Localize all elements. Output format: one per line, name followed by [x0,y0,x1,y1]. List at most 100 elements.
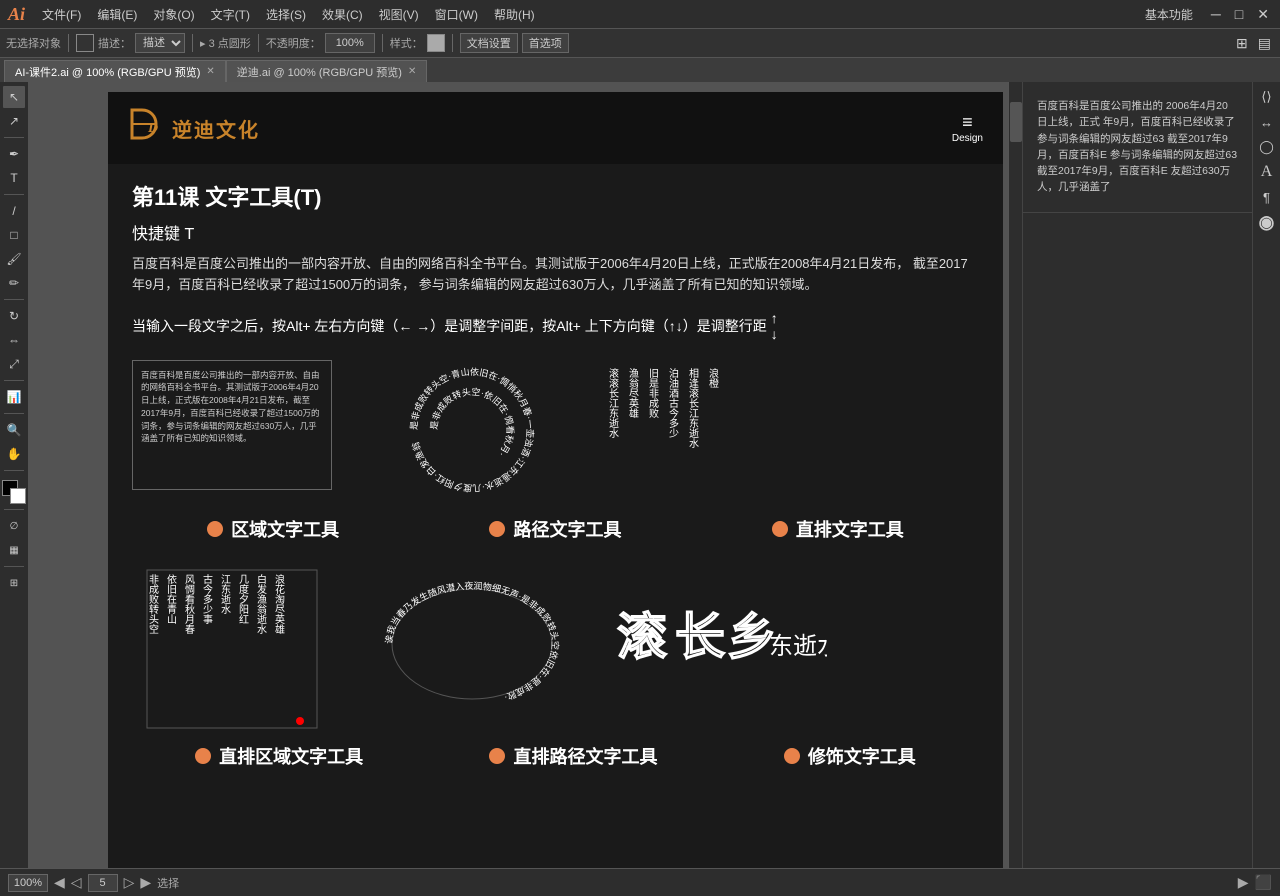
brand-name: 逆迪文化 [172,114,260,143]
menu-file[interactable]: 文件(F) [35,4,88,25]
area-text-label: 区域文字工具 [207,516,339,542]
opacity-input[interactable] [325,33,375,53]
artboard-content: 第11课 文字工具(T) 快捷键 T 百度百科是百度公司推出的一部内容开放、自由… [108,164,1003,805]
svg-text:旧是非成败: 旧是非成败 [647,367,659,418]
pencil-tool[interactable]: ✏ [3,272,25,294]
bullet-vertical-path [489,748,505,764]
rotate-tool[interactable]: ↻ [3,305,25,327]
stroke-color-swatch[interactable] [76,34,94,52]
play-btn[interactable]: ▶ [1238,874,1249,891]
menu-text[interactable]: 文字(T) [204,4,257,25]
artboard-header: D 逆迪文化 ≡ Design [108,92,1003,164]
svg-text:东逝水: 东逝水 [769,633,827,660]
hamburger-icon[interactable]: ≡ [962,112,973,133]
status-bar: ◀ ◁ ▷ ▶ 选择 ▶ ⬛ [0,868,1280,896]
tool-separator-5 [4,413,24,414]
tool-label-row-2: 直排区域文字工具 直排路径文字工具 修饰文字工具 [132,743,979,769]
scale-tool[interactable]: ⤢ [3,353,25,375]
tab-1-close[interactable]: ✕ [206,66,214,77]
vertical-scrollbar[interactable] [1008,82,1022,868]
right-tool-4[interactable]: ¶ [1256,186,1278,208]
no-selection-label: 无选择对象 [6,35,61,51]
svg-text:是非成败转头空·依旧在·惆看秋月·: 是非成败转头空·依旧在·惆看秋月· [429,385,516,458]
right-panel-group: 百度百科是百度公司推出的 2006年4月20日上线，正式 年9月，百度百科已经收… [1022,82,1280,868]
preferences-button[interactable]: 首选项 [522,33,569,53]
bullet-decoration [784,748,800,764]
expand-right-icon[interactable]: ⟨⟩ [1256,86,1278,108]
page-input[interactable] [88,874,118,892]
decoration-name: 修饰文字工具 [808,743,916,769]
tab-2-close[interactable]: ✕ [408,66,416,77]
svg-text:滚: 滚 [617,609,667,665]
decoration-label: 修饰文字工具 [784,743,916,769]
maximize-icon[interactable]: □ [1232,6,1246,22]
canvas-area: D 逆迪文化 ≡ Design 第11课 文字工具(T) 快捷键 T 百度百科是… [28,82,1022,868]
line-tool[interactable]: / [3,200,25,222]
reflect-tool[interactable]: ⇔ [3,329,25,351]
vertical-text-name: 直排文字工具 [796,516,904,542]
area-text-name: 区域文字工具 [231,516,339,542]
first-page-btn[interactable]: ◁ [71,874,82,891]
svg-text:浪花淘尽英雄: 浪花淘尽英雄 [273,572,285,634]
menu-effect[interactable]: 效果(C) [315,4,370,25]
vertical-area-name: 直排区域文字工具 [219,743,363,769]
right-tool-3[interactable]: A [1256,161,1278,183]
svg-text:依旧在青山: 依旧在青山 [165,572,177,623]
minimize-icon[interactable]: ─ [1208,6,1224,22]
gradient-icon[interactable]: ▦ [3,539,25,561]
menu-view[interactable]: 视图(V) [372,4,426,25]
doc-settings-button[interactable]: 文档设置 [460,33,518,53]
app-logo: Ai [8,4,25,25]
hand-tool[interactable]: ✋ [3,443,25,465]
tip-line: 当输入一段文字之后，按Alt+ 左右方向键（← →）是调整字间距，按Alt+ 上… [132,310,979,342]
fill-none-icon[interactable]: ∅ [3,515,25,537]
arrange-icon[interactable]: ▤ [1255,35,1274,52]
zoom-tool[interactable]: 🔍 [3,419,25,441]
right-mini-tools: ⟨⟩ ↔ ◯ A ¶ ◉ [1252,82,1280,868]
type-tool[interactable]: T [3,167,25,189]
svg-text:是非成败转头空·青山依旧在·惆悄秋月春·一壶浊酒·江东遥逝水: 是非成败转头空·青山依旧在·惆悄秋月春·一壶浊酒·江东遥逝水·几度夕阳红·白发渔… [409,365,536,493]
background-swatch[interactable] [10,488,26,504]
selection-tool[interactable]: ↖ [3,86,25,108]
color-swatches[interactable] [2,480,26,504]
next-page-btn[interactable]: ▶ [140,874,151,891]
vertical-area-svg: 非成败转头空 依旧在青山 风惆看秋月春 古今多少事 江东逝水 几度夕阳红 白发渔… [132,566,332,731]
right-tool-2[interactable]: ◯ [1256,136,1278,158]
right-panel: 百度百科是百度公司推出的 2006年4月20日上线，正式 年9月，百度百科已经收… [1022,82,1252,868]
bullet-area [207,521,223,537]
vertical-path-label: 直排路径文字工具 [489,743,657,769]
menu-edit[interactable]: 编辑(E) [90,4,144,25]
rectangle-tool[interactable]: □ [3,224,25,246]
scroll-thumb[interactable] [1010,102,1022,142]
direct-select-tool[interactable]: ↗ [3,110,25,132]
tab-file-2[interactable]: 逆迪.ai @ 100% (RGB/GPU 预览) ✕ [226,60,428,82]
workspace-selector[interactable]: 基本功能 [1138,4,1200,25]
last-page-btn[interactable]: ▷ [124,874,135,891]
panel-toggle-icon[interactable]: ⊞ [1233,35,1251,52]
pen-tool[interactable]: ✒ [3,143,25,165]
menu-select[interactable]: 选择(S) [259,4,313,25]
svg-text:渔翁尽英雄: 渔翁尽英雄 [627,367,639,418]
right-tool-5[interactable]: ◉ [1256,211,1278,233]
graph-tool[interactable]: 📊 [3,386,25,408]
vertical-path-svg: 诶我当春乃发生随风潜入夜润物细无声·是非成败转头空依旧在·是非成败· [372,564,572,724]
prev-page-btn[interactable]: ◀ [54,874,65,891]
arrow-indicator: ↑ ↓ [771,310,778,342]
menu-help[interactable]: 帮助(H) [487,4,542,25]
zoom-input[interactable] [8,874,48,892]
bullet-vertical-area [195,748,211,764]
tab-file-1[interactable]: AI-课件2.ai @ 100% (RGB/GPU 预览) ✕ [4,60,226,82]
menu-window[interactable]: 窗口(W) [428,4,485,25]
stop-btn[interactable]: ⬛ [1255,874,1272,891]
svg-text:D: D [147,121,158,136]
menu-object[interactable]: 对象(O) [146,4,201,25]
close-icon[interactable]: ✕ [1254,6,1272,23]
style-swatch[interactable] [427,34,445,52]
right-tool-1[interactable]: ↔ [1256,111,1278,133]
opacity-label: 不透明度： [266,35,321,51]
divider-3 [258,34,259,52]
paintbrush-tool[interactable]: 🖌 [3,248,25,270]
stroke-style-select[interactable]: 描述 [135,33,185,53]
artboards-icon[interactable]: ⊞ [3,572,25,594]
tools-demo-row-2: 非成败转头空 依旧在青山 风惆看秋月春 古今多少事 江东逝水 几度夕阳红 白发渔… [132,562,979,727]
